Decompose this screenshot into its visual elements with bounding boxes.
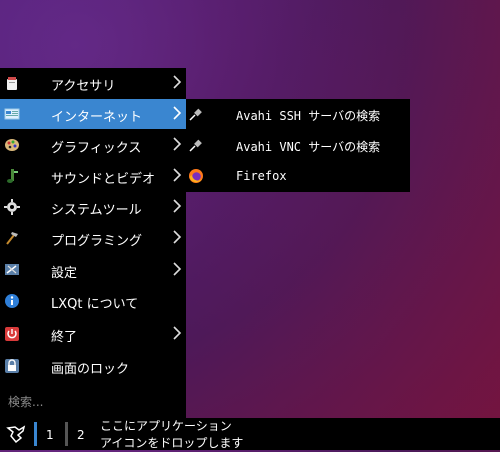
hint-line: ここにアプリケーション [100, 419, 232, 433]
menu-item-label: 設定 [51, 266, 78, 281]
desktop-number: 2 [77, 428, 85, 442]
search-input[interactable]: 検索... [8, 393, 43, 410]
menu-item-graphics[interactable]: グラフィックス [0, 130, 186, 160]
shutdown-icon [5, 327, 19, 341]
chevron-right-icon [173, 137, 182, 151]
desktop-switch-1[interactable]: 1 [34, 422, 60, 446]
submenu-item-label: Avahi VNC サーバの検索 [236, 140, 381, 154]
chevron-right-icon [173, 75, 182, 89]
sound-video-icon [7, 169, 18, 183]
menu-item-label: プログラミング [51, 234, 143, 249]
menu-item-about-lxqt[interactable]: LXQt について [0, 286, 186, 316]
menu-item-system-tools[interactable]: システムツール [0, 192, 186, 222]
system-tools-icon [4, 199, 20, 215]
menu-item-label: 画面のロック [51, 362, 130, 377]
lxqt-start-icon[interactable] [4, 422, 28, 446]
submenu-item-avahi-ssh[interactable]: Avahi SSH サーバの検索 [186, 99, 410, 130]
programming-icon [6, 232, 18, 245]
menu-item-label: LXQt について [51, 297, 139, 312]
chevron-right-icon [173, 199, 182, 213]
hint-line: アイコンをドロップします [100, 436, 244, 450]
desktop-switch-2[interactable]: 2 [65, 422, 91, 446]
chevron-right-icon [173, 262, 182, 276]
desktop-number: 1 [46, 428, 54, 442]
submenu-item-label: Avahi SSH サーバの検索 [236, 109, 381, 123]
menu-item-accessories[interactable]: アクセサリ [0, 68, 186, 98]
lock-screen-icon [5, 359, 19, 373]
submenu-item-firefox[interactable]: Firefox [186, 161, 410, 192]
desktop-indicator [65, 422, 68, 446]
quicklaunch-drop-hint[interactable]: ここにアプリケーション アイコンをドロップします [100, 418, 243, 452]
application-menu: アクセサリ インターネット グラフィックス サウンドとビデオ システムツール プ… [0, 68, 186, 418]
plug-icon [189, 139, 202, 152]
taskbar-panel: 1 2 ここにアプリケーション アイコンをドロップします [0, 418, 500, 450]
menu-item-internet[interactable]: インターネット [0, 99, 186, 129]
menu-item-sound-video[interactable]: サウンドとビデオ [0, 161, 186, 191]
info-icon [5, 294, 19, 308]
menu-item-label: 終了 [51, 330, 78, 345]
menu-item-label: インターネット [51, 110, 143, 125]
submenu-item-label: Firefox [236, 169, 287, 183]
menu-item-settings[interactable]: 設定 [0, 255, 186, 285]
menu-item-label: システムツール [51, 203, 142, 218]
menu-item-programming[interactable]: プログラミング [0, 223, 186, 253]
menu-item-label: アクセサリ [51, 79, 116, 94]
chevron-right-icon [173, 326, 182, 340]
chevron-right-icon [173, 106, 182, 120]
graphics-icon [5, 139, 19, 151]
internet-icon [4, 108, 20, 120]
internet-submenu: Avahi SSH サーバの検索 Avahi VNC サーバの検索 Firefo… [186, 99, 410, 192]
settings-icon [5, 264, 19, 275]
chevron-right-icon [173, 230, 182, 244]
menu-item-label: サウンドとビデオ [51, 172, 156, 187]
plug-icon [189, 108, 202, 121]
submenu-item-avahi-vnc[interactable]: Avahi VNC サーバの検索 [186, 130, 410, 161]
accessories-icon [7, 77, 17, 90]
active-desktop-indicator [34, 422, 37, 446]
menu-item-shutdown[interactable]: 終了 [0, 319, 186, 349]
menu-item-label: グラフィックス [51, 141, 142, 156]
menu-item-lock-screen[interactable]: 画面のロック [0, 351, 186, 381]
firefox-icon [189, 169, 203, 183]
chevron-right-icon [173, 168, 182, 182]
